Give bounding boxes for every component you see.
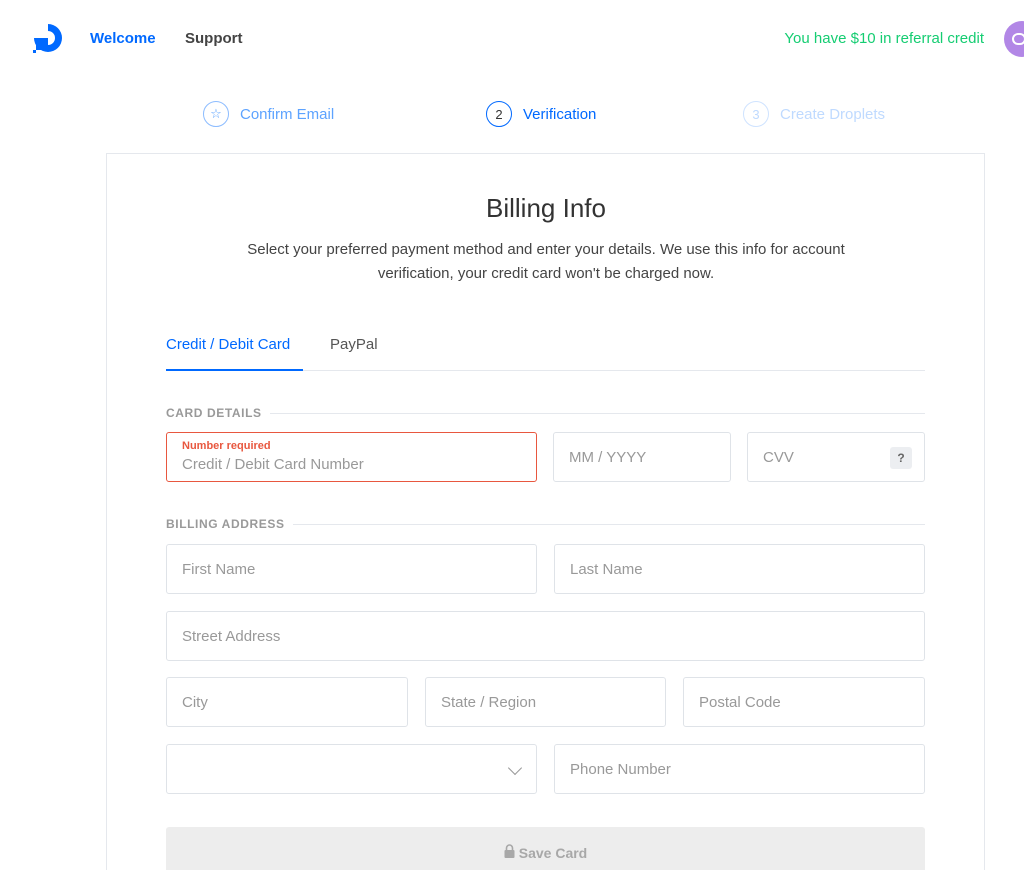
subtitle-line: verification, your credit card won't be … [377,265,715,282]
step-number: 2 [486,101,512,127]
cvv-help-icon[interactable]: ? [890,447,912,469]
digitalocean-logo[interactable] [30,20,66,54]
step-create-droplets: 3 Create Droplets [743,101,885,127]
user-avatar[interactable] [1004,21,1024,57]
last-name-field[interactable] [554,544,925,594]
chevron-down-icon [507,760,523,776]
step-verification: 2 Verification [486,101,596,127]
expiry-field[interactable] [553,432,731,482]
tab-credit-card[interactable]: Credit / Debit Card [166,336,290,354]
country-select[interactable] [166,744,537,794]
lock-icon [504,844,515,858]
postal-code-input[interactable] [684,678,924,726]
section-billing-address: BILLING ADDRESS [166,517,925,531]
city-input[interactable] [167,678,407,726]
street-address-input[interactable] [167,612,924,660]
postal-code-field[interactable] [683,677,925,727]
page-title: Billing Info [486,193,606,223]
save-card-button[interactable]: Save Card [166,827,925,870]
top-header: Welcome Support You have $10 in referral… [0,0,1024,78]
step-label: Verification [523,105,597,123]
state-input[interactable] [426,678,665,726]
last-name-input[interactable] [555,545,924,593]
step-label: Confirm Email [240,105,335,123]
page-subtitle: Select your preferred payment method and… [206,238,886,286]
avatar-face-icon [1012,33,1024,45]
section-divider [269,412,925,414]
street-address-field[interactable] [166,611,925,661]
card-number-input[interactable] [167,433,536,481]
state-field[interactable] [425,677,666,727]
first-name-field[interactable] [166,544,537,594]
step-confirm-email: ☆ Confirm Email [203,101,334,127]
save-card-label: Save Card [518,845,588,861]
step-number: 3 [743,101,769,127]
phone-input[interactable] [555,745,924,793]
nav-welcome[interactable]: Welcome [90,30,156,48]
first-name-input[interactable] [167,545,536,593]
card-number-field[interactable]: Number required [166,432,537,482]
nav-support[interactable]: Support [185,30,243,48]
cvv-field[interactable]: ? [747,432,925,482]
referral-credit-link[interactable]: You have $10 in referral credit [784,30,984,48]
expiry-input[interactable] [554,433,730,481]
subtitle-line: Select your preferred payment method and… [247,241,845,258]
city-field[interactable] [166,677,408,727]
active-tab-indicator [166,369,303,371]
phone-field[interactable] [554,744,925,794]
step-label: Create Droplets [780,105,886,123]
section-divider [292,523,925,525]
section-title: BILLING ADDRESS [166,517,285,531]
tab-paypal[interactable]: PayPal [330,336,378,354]
section-title: CARD DETAILS [166,406,262,420]
section-card-details: CARD DETAILS [166,406,925,420]
star-icon: ☆ [203,101,229,127]
